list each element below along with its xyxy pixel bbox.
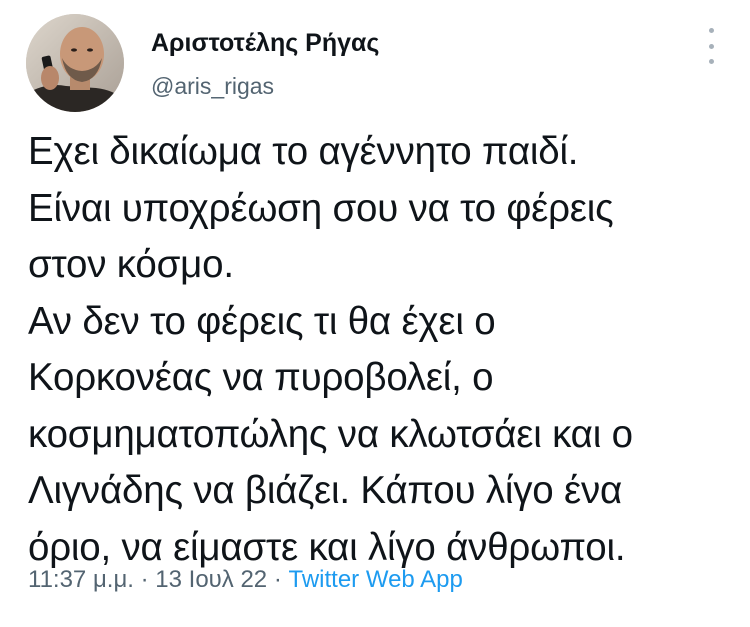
author-handle[interactable]: @aris_rigas xyxy=(151,73,274,100)
tweet-text: Εχει δικαίωμα το αγέννητο παιδί. Είναι υ… xyxy=(28,124,728,576)
tweet-text-line: Κορκονέας να πυροβολεί, ο xyxy=(28,356,494,399)
tweet-text-line: Αν δεν το φέρεις τι θα έχει ο xyxy=(28,299,496,343)
meta-separator: · xyxy=(140,566,149,593)
tweet-date[interactable]: 13 Ιουλ 22 xyxy=(155,566,267,593)
more-vertical-icon[interactable] xyxy=(700,28,722,64)
tweet-text-line: Είναι υποχρέωση σου να το φέρεις xyxy=(28,186,614,230)
tweet-text-line: κοσμηματοπώλης να κλωτσάει και ο xyxy=(28,412,633,456)
meta-separator: · xyxy=(273,566,282,593)
tweet-text-line: Λιγνάδης να βιάζει. Κάπου λίγο ένα xyxy=(28,469,623,512)
tweet-metadata: 11:37 μ.μ. · 13 Ιουλ 22 · Twitter Web Ap… xyxy=(28,566,463,594)
tweet-text-line: Εχει δικαίωμα το αγέννητο παιδί. xyxy=(28,130,579,173)
more-dot xyxy=(708,28,714,33)
tweet-time[interactable]: 11:37 μ.μ. xyxy=(28,566,134,593)
author-name[interactable]: Αριστοτέλης Ρήγας xyxy=(151,29,379,58)
avatar[interactable] xyxy=(26,14,124,112)
more-dot xyxy=(708,59,714,64)
tweet-source-link[interactable]: Twitter Web App xyxy=(289,566,463,593)
more-dot xyxy=(708,43,714,49)
tweet-text-line: στον κόσμο. xyxy=(28,243,234,286)
tweet-card: Αριστοτέλης Ρήγας @aris_rigas Εχει δικαί… xyxy=(0,0,750,627)
avatar-photo xyxy=(26,14,124,112)
